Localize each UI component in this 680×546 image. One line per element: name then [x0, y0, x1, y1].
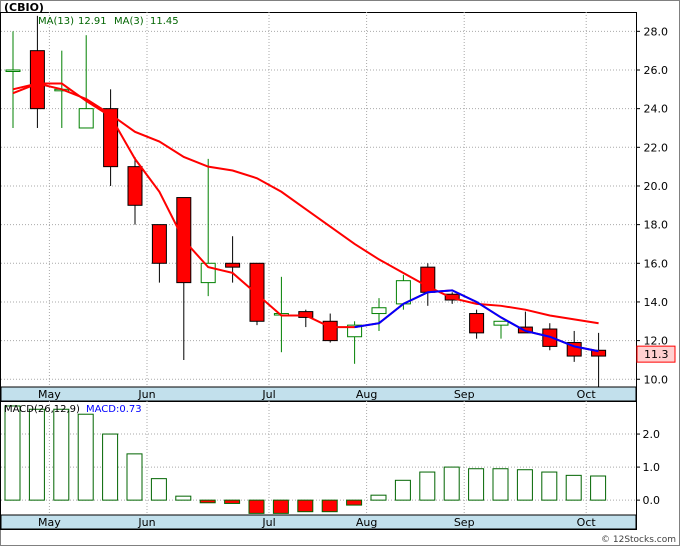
macd-bar — [346, 499, 363, 506]
price-y-tick-label: 20.0 — [644, 180, 669, 193]
ma-slow-label: MA(13) — [38, 16, 74, 27]
macd-bar — [102, 433, 119, 501]
price-y-tick-label: 26.0 — [644, 64, 669, 77]
candle-body — [371, 307, 387, 315]
macd-bar — [541, 471, 558, 501]
macd-bar — [321, 499, 338, 513]
price-y-tick-label: 10.0 — [644, 373, 669, 386]
candle-body — [469, 313, 485, 334]
macd-x-axis-band — [0, 514, 637, 530]
watermark: © 12Stocks.com — [601, 535, 676, 545]
macd-bar — [492, 468, 509, 501]
candle-body — [249, 262, 265, 322]
price-x-tick-label: Jul — [261, 388, 275, 401]
macd-bar — [370, 494, 387, 501]
price-x-tick-label: May — [38, 388, 61, 401]
macd-value-label: MACD:0.73 — [86, 404, 142, 415]
price-y-tick-label: 18.0 — [644, 219, 669, 232]
macd-bar — [468, 468, 485, 501]
macd-y-tick-label: 2.0 — [643, 428, 661, 441]
macd-x-tick-label: Jul — [261, 516, 275, 529]
macd-x-tick-label: Oct — [577, 516, 597, 529]
price-x-tick-label: Oct — [577, 388, 597, 401]
macd-bar — [443, 466, 460, 501]
candle-body — [151, 224, 167, 264]
price-y-tick-label: 24.0 — [644, 103, 669, 116]
stock-chart: 10.012.014.016.018.020.022.024.026.028.0… — [0, 0, 680, 546]
macd-y-tick-label: 1.0 — [643, 461, 661, 474]
macd-x-tick-label: May — [38, 516, 61, 529]
macd-bar — [248, 499, 265, 514]
macd-bar — [590, 475, 607, 501]
ma-fast-label: MA(3) — [114, 16, 144, 27]
price-y-tick-label: 28.0 — [644, 25, 669, 38]
macd-x-tick-label: Jun — [137, 516, 155, 529]
candle-body — [395, 280, 411, 305]
macd-bar — [175, 495, 192, 501]
candle-body — [5, 69, 21, 72]
macd-x-tick-label: Aug — [356, 516, 377, 529]
macd-bar — [394, 479, 411, 501]
candle-body — [127, 166, 143, 206]
price-y-tick-label: 22.0 — [644, 141, 669, 154]
price-x-tick-label: Sep — [454, 388, 475, 401]
symbol-label: (CBIO) — [4, 1, 44, 14]
last-price-label: 11.3 — [644, 348, 669, 361]
macd-bar — [4, 405, 21, 501]
price-x-tick-label: Aug — [356, 388, 377, 401]
last-price-marker: 11.3 — [636, 345, 676, 363]
macd-y-tick-label: 0.0 — [643, 494, 661, 507]
macd-bar — [297, 499, 314, 513]
candle-body — [493, 320, 509, 326]
macd-bar — [77, 413, 94, 501]
macd-bar — [419, 471, 436, 501]
ma-slow-value: 12.91 — [78, 16, 107, 27]
macd-bar — [565, 474, 582, 501]
macd-bar — [272, 499, 289, 514]
ma-fast-value: 11.45 — [150, 16, 179, 27]
macd-x-tick-label: Sep — [454, 516, 475, 529]
candle-body — [78, 108, 94, 129]
candle-body — [225, 262, 241, 268]
macd-bar — [150, 478, 167, 501]
macd-bar — [53, 408, 70, 501]
macd-bar — [199, 499, 216, 504]
price-x-axis-band — [0, 386, 637, 402]
macd-bar — [516, 469, 533, 501]
price-x-tick-label: Jun — [137, 388, 155, 401]
macd-label: MACD(26,12,9) — [4, 404, 80, 415]
candle-body — [29, 50, 45, 110]
price-y-tick-label: 14.0 — [644, 296, 669, 309]
macd-bar — [224, 499, 241, 504]
price-y-tick-label: 16.0 — [644, 257, 669, 270]
macd-bar — [28, 408, 45, 501]
macd-bar — [126, 453, 143, 501]
